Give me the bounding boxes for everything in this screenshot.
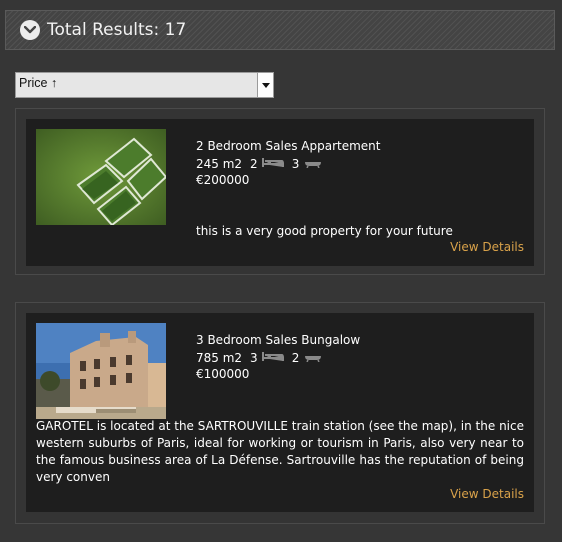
listing-area: 245 m2 xyxy=(196,156,243,171)
listing-card-body: 2 Bedroom Sales Appartement 245 m2 2 3 €… xyxy=(26,119,534,266)
sort-select[interactable]: Price ↑ xyxy=(15,72,274,98)
bed-icon xyxy=(261,156,284,171)
listing-card-body: 3 Bedroom Sales Bungalow 785 m2 3 2 €100… xyxy=(26,313,534,512)
triangle-down-icon[interactable] xyxy=(257,73,273,97)
listing-title: 2 Bedroom Sales Appartement xyxy=(196,139,381,153)
stone-house-image[interactable] xyxy=(36,323,166,419)
listing-bedrooms: 2 xyxy=(250,156,258,171)
listing-card: 3 Bedroom Sales Bungalow 785 m2 3 2 €100… xyxy=(15,302,545,524)
listing-title: 3 Bedroom Sales Bungalow xyxy=(196,333,361,347)
chevron-down-circle-icon[interactable] xyxy=(20,20,40,40)
listing-card: 2 Bedroom Sales Appartement 245 m2 2 3 €… xyxy=(15,108,545,275)
bed-icon xyxy=(261,350,284,365)
bathtub-icon xyxy=(303,156,323,171)
view-details-link[interactable]: View Details xyxy=(450,487,524,501)
listing-price: €200000 xyxy=(196,173,250,187)
listing-price: €100000 xyxy=(196,367,250,381)
listing-specs: 785 m2 3 2 xyxy=(196,350,331,365)
view-details-link[interactable]: View Details xyxy=(450,240,524,254)
sort-selected-value: Price ↑ xyxy=(19,76,58,90)
listing-description: this is a very good property for your fu… xyxy=(196,224,453,238)
bathtub-icon xyxy=(303,350,323,365)
listing-area: 785 m2 xyxy=(196,350,243,365)
results-header[interactable]: Total Results: 17 xyxy=(5,10,555,50)
listing-bathrooms: 2 xyxy=(291,350,300,365)
listing-bedrooms: 3 xyxy=(250,350,258,365)
results-title: Total Results: 17 xyxy=(47,20,187,40)
aerial-fields-image[interactable] xyxy=(36,129,166,225)
listing-specs: 245 m2 2 3 xyxy=(196,156,331,171)
listing-bathrooms: 3 xyxy=(291,156,300,171)
listing-description: GAROTEL is located at the SARTROUVILLE t… xyxy=(36,419,524,484)
